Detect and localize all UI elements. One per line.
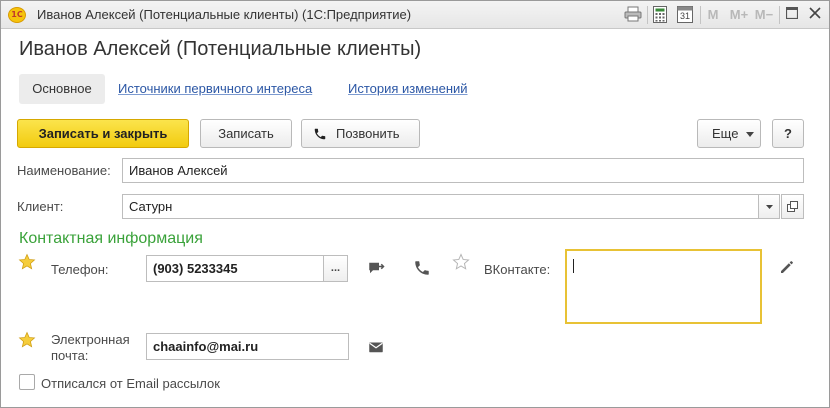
memory-minus-icon[interactable]: M− — [753, 6, 775, 24]
vk-label: ВКонтакте: — [484, 262, 551, 277]
more-button-label: Еще — [712, 126, 739, 141]
page-title: Иванов Алексей (Потенциальные клиенты) — [19, 38, 422, 60]
save-button[interactable]: Записать — [200, 119, 292, 148]
more-button[interactable]: Еще — [697, 119, 761, 148]
call-button-label: Позвонить — [336, 126, 400, 141]
client-dropdown-button[interactable] — [758, 194, 780, 219]
tab-interest-sources[interactable]: Источники первичного интереса — [118, 81, 312, 96]
close-icon[interactable] — [806, 6, 824, 24]
tab-main[interactable]: Основное — [19, 74, 105, 104]
vk-textarea[interactable] — [565, 249, 762, 324]
maximize-icon[interactable] — [783, 6, 801, 24]
name-label: Наименование: — [17, 163, 111, 178]
email-field[interactable]: chaainfo@mai.ru — [146, 333, 349, 360]
save-and-close-button[interactable]: Записать и закрыть — [17, 119, 189, 148]
name-field[interactable]: Иванов Алексей — [122, 158, 804, 183]
contact-section-title: Контактная информация — [19, 230, 203, 247]
print-icon[interactable] — [623, 6, 643, 24]
window-title: Иванов Алексей (Потенциальные клиенты) (… — [37, 7, 412, 22]
phone-label: Телефон: — [51, 262, 109, 277]
client-field[interactable]: Сатурн — [122, 194, 759, 219]
toolbar-separator — [779, 6, 780, 24]
title-bar: 1С Иванов Алексей (Потенциальные клиенты… — [1, 1, 829, 29]
star-filled-icon[interactable] — [18, 253, 36, 271]
send-sms-icon[interactable] — [367, 259, 385, 277]
calendar-day: 31 — [679, 11, 690, 21]
phone-more-button[interactable]: ... — [323, 255, 348, 282]
chevron-down-icon — [746, 132, 754, 137]
call-button[interactable]: Позвонить — [301, 119, 420, 148]
calendar-icon[interactable]: 31 — [676, 6, 694, 24]
unsubscribe-checkbox[interactable] — [19, 374, 35, 390]
unsubscribe-label: Отписался от Email рассылок — [41, 376, 220, 391]
toolbar-separator — [700, 6, 701, 24]
memory-plus-icon[interactable]: M+ — [727, 6, 751, 24]
app-logo-icon: 1С — [8, 7, 26, 23]
memory-icon[interactable]: M — [705, 6, 721, 24]
phone-field[interactable]: (903) 5233345 — [146, 255, 324, 282]
client-label: Клиент: — [17, 199, 64, 214]
envelope-icon[interactable] — [367, 338, 385, 356]
form-window: 1С Иванов Алексей (Потенциальные клиенты… — [0, 0, 830, 408]
phone-call-icon[interactable] — [413, 259, 431, 277]
star-filled-icon[interactable] — [18, 331, 36, 349]
pencil-edit-icon[interactable] — [778, 258, 796, 276]
client-open-button[interactable] — [781, 194, 804, 219]
email-label-line1: Электронная — [51, 332, 130, 347]
chevron-down-icon — [765, 205, 773, 209]
toolbar-separator — [647, 6, 648, 24]
email-label-line2: почта: — [51, 348, 89, 363]
phone-icon — [314, 128, 326, 140]
calculator-icon[interactable] — [651, 6, 669, 24]
text-caret — [573, 259, 574, 273]
tab-change-history[interactable]: История изменений — [348, 81, 468, 96]
help-button[interactable]: ? — [772, 119, 804, 148]
open-icon — [787, 201, 798, 212]
star-outline-icon[interactable] — [452, 253, 470, 271]
